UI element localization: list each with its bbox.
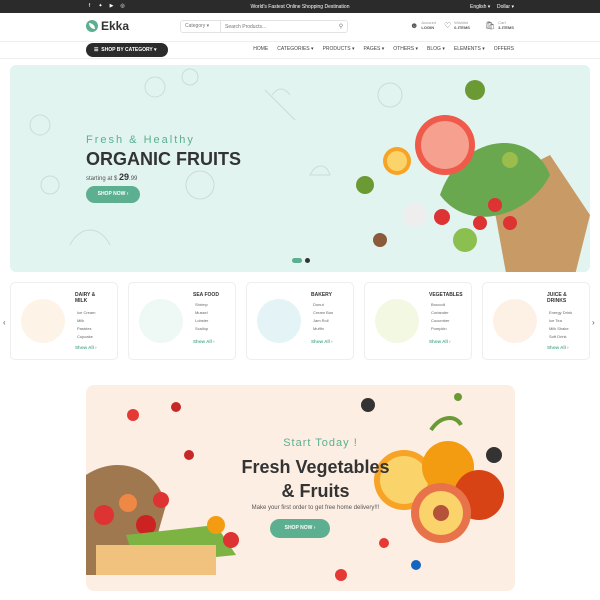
promo-description: Make your first order to get free home d…	[251, 505, 380, 511]
category-title: VEGETABLES	[429, 292, 463, 298]
promo-shop-now-button[interactable]: SHOP NOW ›	[270, 519, 330, 538]
header: Ekka Category ▾ ⚲ ☻ AccountLOGIN ♡ Wishl…	[0, 13, 600, 41]
nav-categories[interactable]: CATEGORIES ▾	[277, 46, 313, 52]
category-title: BAKERY	[311, 292, 332, 298]
hero-subtitle: Fresh & Healthy	[86, 134, 195, 146]
language-select[interactable]: English ▾	[470, 4, 490, 10]
prev-arrow-icon[interactable]: ‹	[3, 318, 6, 327]
main-nav: ☰ SHOP BY CATEGORY ▾ HOME CATEGORIES ▾ P…	[0, 41, 600, 59]
cart-link[interactable]: 🛍 Cart 3-ITEMS	[485, 20, 514, 30]
vegetables-icon	[375, 299, 419, 343]
hero-slider: Fresh & Healthy ORGANIC FRUITS starting …	[10, 65, 590, 272]
search-input[interactable]	[221, 23, 335, 30]
nav-products[interactable]: PRODUCTS ▾	[323, 46, 355, 52]
hero-price: starting at $ 29.99	[86, 172, 138, 182]
category-title: SEA FOOD	[193, 292, 219, 298]
logo[interactable]: Ekka	[86, 19, 129, 33]
heart-icon: ♡	[444, 20, 452, 30]
nav-blog[interactable]: BLOG ▾	[427, 46, 445, 52]
menu-icon: ☰	[94, 47, 99, 53]
search-bar: Category ▾ ⚲	[180, 20, 348, 33]
show-all-link[interactable]: Show All ›	[311, 339, 333, 344]
category-card-juice[interactable]: JUICE & DRINKS Energy Drink Ice Tea Milk Sh…	[482, 282, 590, 360]
category-card-dairy[interactable]: DAIRY & MILK Ice Cream Milk Pastries Cupcake…	[10, 282, 118, 360]
account-link[interactable]: ☻ Account LOGIN	[410, 20, 436, 30]
promo-banner: Start Today ! Fresh Vegetables & Fruits M…	[86, 385, 515, 591]
wishlist-link[interactable]: ♡ Wishlist 0-ITEMS	[444, 20, 470, 30]
search-category-select[interactable]: Category ▾	[181, 21, 221, 32]
nav-links: HOME CATEGORIES ▾ PRODUCTS ▾ PAGES ▾ OTH…	[253, 46, 514, 52]
slider-dot-1[interactable]	[292, 258, 302, 263]
user-icon: ☻	[410, 20, 419, 30]
show-all-link[interactable]: Show All ›	[193, 339, 215, 344]
category-card-vegetables[interactable]: VEGETABLES Broccoli Coriander Cucumber Pump…	[364, 282, 472, 360]
nav-others[interactable]: OTHERS ▾	[393, 46, 418, 52]
promo-title: Fresh Vegetables & Fruits	[241, 457, 390, 501]
shop-by-category-button[interactable]: ☰ SHOP BY CATEGORY ▾	[86, 43, 168, 57]
leaf-logo-icon	[86, 20, 98, 32]
nav-home[interactable]: HOME	[253, 46, 268, 52]
nav-offers[interactable]: OFFERS	[494, 46, 514, 52]
slider-dots	[292, 258, 310, 263]
bag-icon: 🛍	[485, 20, 496, 30]
hero-shop-now-button[interactable]: SHOP NOW ›	[86, 186, 140, 203]
seafood-icon	[139, 299, 183, 343]
dairy-icon	[21, 299, 65, 343]
category-title: DAIRY & MILK	[75, 292, 96, 304]
logo-text: Ekka	[101, 19, 130, 33]
nav-pages[interactable]: PAGES ▾	[364, 46, 385, 52]
bakery-icon	[257, 299, 301, 343]
next-arrow-icon[interactable]: ›	[592, 318, 595, 327]
show-all-link[interactable]: Show All ›	[547, 345, 569, 350]
category-card-seafood[interactable]: SEA FOOD Shrimp Mussel Lobster Scallop Show…	[128, 282, 236, 360]
show-all-link[interactable]: Show All ›	[75, 345, 97, 350]
category-card-bakery[interactable]: BAKERY Donut Cream Bun Jam Roll Muffin Show…	[246, 282, 354, 360]
nav-elements[interactable]: ELEMENTS ▾	[454, 46, 485, 52]
promo-kicker: Start Today !	[283, 437, 358, 449]
juice-icon	[493, 299, 537, 343]
hero-title: ORGANIC FRUITS	[86, 149, 241, 169]
category-title: JUICE & DRINKS	[547, 292, 567, 304]
top-bar: f ✦ ▶ ◎ World's Fastest Online Shopping …	[0, 0, 600, 13]
currency-select[interactable]: Dollar ▾	[497, 4, 514, 10]
show-all-link[interactable]: Show All ›	[429, 339, 451, 344]
search-icon[interactable]: ⚲	[335, 23, 347, 30]
slider-dot-2[interactable]	[305, 258, 310, 263]
category-carousel: ‹ › DAIRY & MILK Ice Cream Milk Pastries Cup…	[0, 280, 600, 362]
